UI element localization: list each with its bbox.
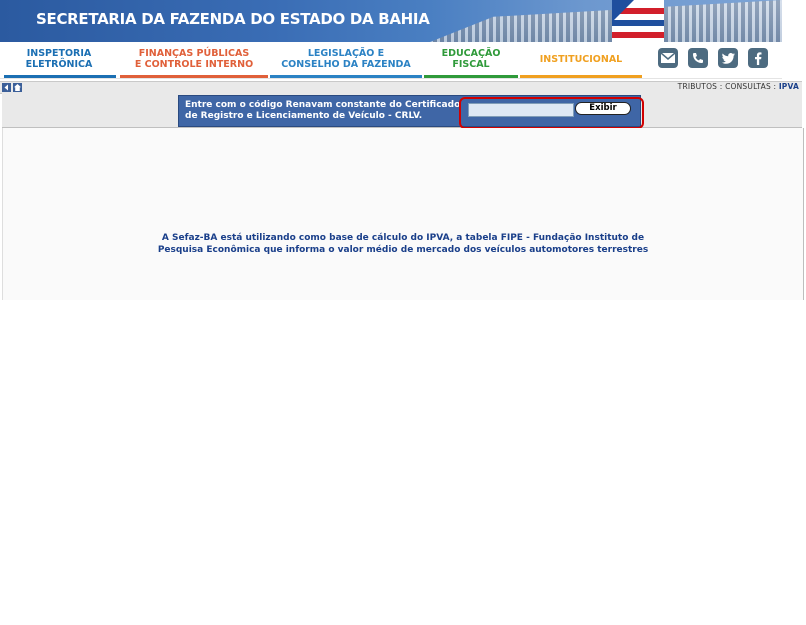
renavam-label: Entre com o código Renavam constante do … bbox=[185, 100, 461, 121]
main-nav: INSPETORIA ELETRÔNICA FINANÇAS PÚBLICAS … bbox=[0, 42, 782, 79]
breadcrumb-tributos[interactable]: TRIBUTOS bbox=[678, 82, 718, 91]
nav-underline bbox=[520, 75, 642, 78]
bahia-flag-icon bbox=[612, 0, 664, 42]
breadcrumb-current: IPVA bbox=[778, 82, 799, 91]
header-banner: SECRETARIA DA FAZENDA DO ESTADO DA BAHIA bbox=[0, 0, 782, 42]
back-icon[interactable] bbox=[2, 83, 11, 92]
nav-underline bbox=[270, 75, 422, 78]
page-title: SECRETARIA DA FAZENDA DO ESTADO DA BAHIA bbox=[36, 10, 430, 28]
facebook-icon[interactable] bbox=[748, 48, 768, 68]
fipe-info-text: A Sefaz-BA está utilizando como base de … bbox=[157, 233, 649, 255]
nav-item-educacao[interactable]: EDUCAÇÃO FISCAL bbox=[424, 46, 518, 72]
nav-item-inspetoria[interactable]: INSPETORIA ELETRÔNICA bbox=[0, 46, 118, 72]
breadcrumb-consultas[interactable]: CONSULTAS bbox=[725, 82, 771, 91]
breadcrumb-separator: : bbox=[770, 82, 779, 91]
content-area: A Sefaz-BA está utilizando como base de … bbox=[2, 128, 804, 300]
home-icon[interactable] bbox=[13, 83, 22, 92]
phone-icon[interactable] bbox=[688, 48, 708, 68]
nav-underline bbox=[120, 75, 268, 78]
mail-icon[interactable] bbox=[658, 48, 678, 68]
nav-item-financas[interactable]: FINANÇAS PÚBLICAS E CONTROLE INTERNO bbox=[120, 46, 268, 72]
nav-underline bbox=[4, 75, 116, 78]
renavam-input[interactable] bbox=[468, 103, 574, 117]
breadcrumb-separator: : bbox=[717, 82, 726, 91]
twitter-icon[interactable] bbox=[718, 48, 738, 68]
breadcrumb: TRIBUTOS : CONSULTAS : IPVA bbox=[678, 82, 799, 91]
renavam-form-strip: Entre com o código Renavam constante do … bbox=[2, 93, 802, 128]
nav-item-legislacao[interactable]: LEGISLAÇÃO E CONSELHO DA FAZENDA bbox=[270, 46, 422, 72]
nav-item-institucional[interactable]: INSTITUCIONAL bbox=[520, 46, 642, 72]
nav-underline bbox=[424, 75, 518, 78]
building-image bbox=[430, 0, 782, 42]
exibir-button[interactable]: Exibir bbox=[575, 102, 631, 115]
